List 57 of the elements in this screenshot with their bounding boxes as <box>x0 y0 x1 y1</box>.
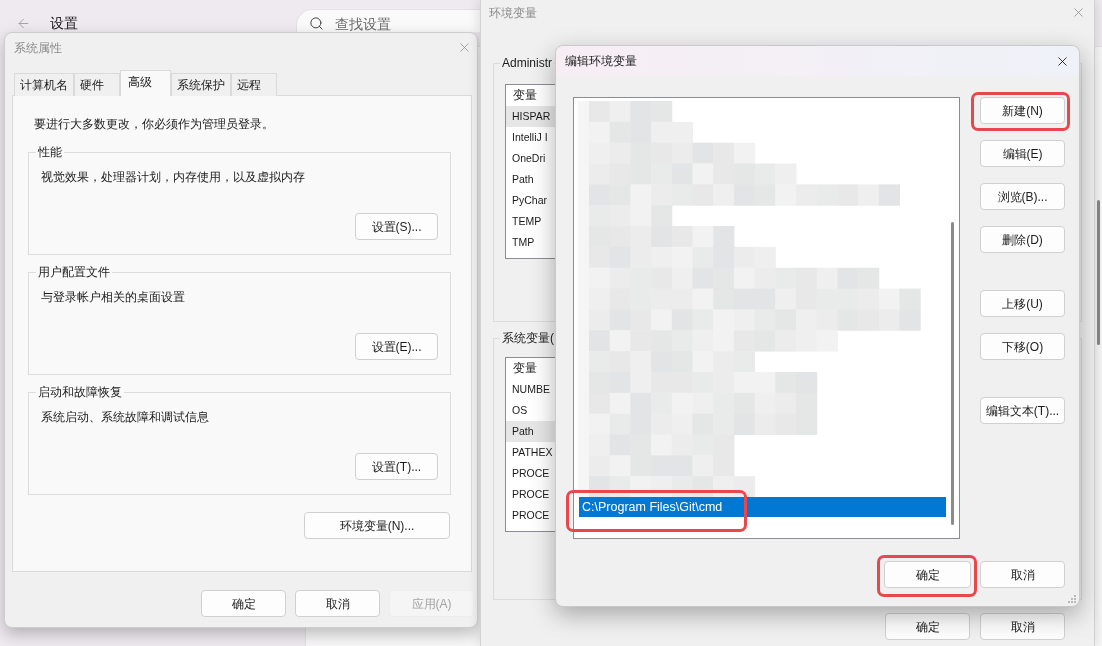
window-title: 编辑环境变量 <box>565 53 637 69</box>
tab[interactable]: 系统保护 <box>171 73 231 96</box>
tab[interactable]: 硬件 <box>74 73 120 96</box>
list-item[interactable]: PATHEX <box>506 442 556 463</box>
scrollbar-thumb[interactable] <box>1097 200 1100 345</box>
window-title: 设置 <box>50 14 78 32</box>
group-title: 性能 <box>37 144 63 160</box>
list-item[interactable]: PROCE <box>506 463 556 484</box>
group-description: 系统启动、系统故障和调试信息 <box>41 409 210 425</box>
notice-text: 要进行大多数更改，你必须作为管理员登录。 <box>34 116 275 132</box>
dialog-button[interactable]: 设置(E)... <box>355 333 438 360</box>
resize-grip-icon[interactable] <box>1068 595 1076 603</box>
group-description: 视觉效果，处理器计划，内存使用，以及虚拟内存 <box>41 169 306 185</box>
window-title: 环境变量 <box>489 4 537 21</box>
dialog-button[interactable]: 删除(D) <box>980 226 1065 253</box>
list-item[interactable]: PyChar <box>506 190 556 211</box>
group-title: Administr <box>501 55 553 71</box>
list-item[interactable]: OneDri <box>506 148 556 169</box>
list-item[interactable]: HISPAR <box>506 106 556 127</box>
tab[interactable]: 远程 <box>231 73 277 96</box>
group-title: 用户配置文件 <box>37 264 111 280</box>
list-item[interactable]: IntelliJ I <box>506 127 556 148</box>
group-title: 启动和故障恢复 <box>37 384 123 400</box>
dialog-button[interactable]: 编辑文本(T)... <box>980 397 1065 424</box>
tab[interactable]: 计算机名 <box>14 73 74 96</box>
dialog-button[interactable]: 设置(T)... <box>355 453 438 480</box>
dialog-button[interactable]: 确定 <box>885 613 970 640</box>
dialog-button[interactable]: 浏览(B)... <box>980 183 1065 210</box>
window-title: 系统属性 <box>14 39 62 56</box>
dialog-button[interactable]: 新建(N) <box>980 97 1065 124</box>
dialog-button[interactable]: 设置(S)... <box>355 213 438 240</box>
group-title: 系统变量( <box>501 330 555 346</box>
list-item[interactable]: OS <box>506 400 556 421</box>
dialog-button[interactable]: 编辑(E) <box>980 140 1065 167</box>
scrollbar-thumb[interactable] <box>951 222 954 525</box>
column-header: 变量 <box>512 87 538 104</box>
dialog-button[interactable]: 取消 <box>980 613 1065 640</box>
dialog-button[interactable]: 取消 <box>295 590 380 617</box>
dialog-button[interactable]: 环境变量(N)... <box>304 512 450 539</box>
group-description: 与登录帐户相关的桌面设置 <box>41 289 186 305</box>
tab[interactable]: 高级 <box>120 70 171 96</box>
column-header: 变量 <box>512 360 538 377</box>
dialog-button[interactable]: 确定 <box>884 561 971 588</box>
list-item[interactable]: PROCE <box>506 484 556 505</box>
search-icon <box>309 16 324 31</box>
dialog-button[interactable]: 取消 <box>980 561 1065 588</box>
dialog-button[interactable]: 确定 <box>201 590 286 617</box>
list-item[interactable]: TEMP <box>506 211 556 232</box>
list-item[interactable]: TMP <box>506 232 556 253</box>
list-item[interactable]: C:\Program Files\Git\cmd <box>579 497 946 517</box>
search-field[interactable]: 查找设置 <box>296 9 482 32</box>
list-item[interactable]: Path <box>506 169 556 190</box>
dialog-button[interactable]: 下移(O) <box>980 333 1065 360</box>
dialog-button[interactable]: 上移(U) <box>980 290 1065 317</box>
list-item[interactable]: PROCE <box>506 505 556 526</box>
list-item[interactable]: NUMBE <box>506 379 556 400</box>
list-item[interactable]: Path <box>506 421 556 442</box>
